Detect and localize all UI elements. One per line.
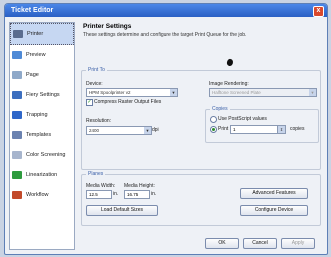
title-bar: Ticket Editor x — [5, 4, 327, 17]
linearization-icon — [12, 171, 22, 179]
ok-button[interactable]: OK — [205, 238, 239, 249]
resolution-select[interactable]: 2400 ▼ — [86, 126, 152, 135]
close-button[interactable]: x — [313, 6, 324, 17]
sidebar-item-label: Fiery Settings — [26, 92, 60, 98]
device-label: Device: — [86, 81, 103, 87]
trapping-icon — [12, 111, 22, 119]
copies-input[interactable]: 1 — [230, 125, 278, 134]
sidebar-item-templates[interactable]: Templates — [10, 125, 74, 145]
device-select[interactable]: HPM Spoolprinter v2 ▼ — [86, 88, 178, 97]
copies-stepper[interactable]: ⇕ — [278, 125, 286, 134]
print-to-group-label: Print To — [86, 67, 107, 73]
sidebar-item-label: Trapping — [26, 112, 48, 118]
compress-checkbox[interactable]: ✓ — [86, 99, 93, 106]
planes-group: Planes Media Width: 12.5 in. Media Heigh… — [81, 171, 321, 226]
sidebar-item-linearization[interactable]: Linearization — [10, 165, 74, 185]
preview-icon — [12, 51, 22, 59]
image-rendering-select[interactable]: Halftone Screened Plate ▼ — [209, 88, 317, 97]
media-height-label: Media Height: — [124, 183, 155, 189]
fiery-settings-icon — [12, 91, 22, 99]
workflow-icon — [12, 191, 22, 199]
media-height-input[interactable]: 16.75 — [124, 190, 150, 199]
sidebar-item-trapping[interactable]: Trapping — [10, 105, 74, 125]
planes-group-label: Planes — [86, 171, 106, 177]
media-width-input[interactable]: 12.5 — [86, 190, 112, 199]
stepper-icon: ⇕ — [278, 126, 285, 133]
copies-value: 1 — [233, 127, 236, 132]
media-height-value: 16.75 — [127, 192, 139, 197]
media-width-value: 12.5 — [89, 192, 98, 197]
window-title: Ticket Editor — [11, 7, 54, 14]
close-icon: x — [316, 7, 321, 14]
page-icon — [12, 71, 22, 79]
resolution-value: 2400 — [89, 128, 100, 133]
templates-icon — [12, 131, 22, 139]
sidebar-item-label: Linearization — [26, 172, 58, 178]
sidebar-item-fiery-settings[interactable]: Fiery Settings — [10, 85, 74, 105]
sidebar-item-workflow[interactable]: Workflow — [10, 185, 74, 205]
sidebar-item-label: Preview — [26, 52, 46, 58]
sidebar-item-label: Templates — [26, 132, 52, 138]
print-copies-label: Print — [218, 126, 229, 132]
cursor-mark — [225, 58, 235, 67]
chevron-down-icon: ▼ — [144, 127, 151, 134]
resolution-unit: dpi — [152, 127, 159, 133]
cancel-button[interactable]: Cancel — [243, 238, 277, 249]
sidebar-item-label: Color Screening — [26, 152, 66, 158]
apply-button[interactable]: Apply — [281, 238, 315, 249]
color-screening-icon — [12, 151, 22, 159]
page-description: These settings determine and configure t… — [83, 32, 247, 38]
load-default-sizes-button[interactable]: Load Default Sizes — [86, 205, 158, 216]
sidebar-item-preview[interactable]: Preview — [10, 45, 74, 65]
copies-group: Copies Use PostScript values Print 1 ⇕ c… — [205, 106, 319, 143]
image-rendering-value: Halftone Screened Plate — [212, 90, 261, 95]
printer-icon — [13, 30, 23, 38]
sidebar-item-page[interactable]: Page — [10, 65, 74, 85]
copies-group-label: Copies — [210, 106, 230, 112]
media-height-unit: in. — [151, 191, 157, 197]
printer-settings-panel: Printer Settings These settings determin… — [77, 22, 323, 249]
ticket-editor-window: Ticket Editor x Printer Preview Page Fiery … — [4, 3, 328, 255]
sidebar-item-label: Printer — [27, 31, 44, 37]
compress-label: Compress Raster Output Files — [94, 99, 162, 105]
print-to-group: Print To Device: HPM Spoolprinter v2 ▼ ✓… — [81, 67, 321, 170]
device-value: HPM Spoolprinter v2 — [89, 90, 131, 95]
media-width-label: Media Width: — [86, 183, 116, 189]
copies-unit: copies — [290, 126, 305, 132]
sidebar-item-printer[interactable]: Printer — [10, 23, 74, 45]
sidebar: Printer Preview Page Fiery Settings Trapping… — [9, 22, 75, 250]
chevron-down-icon: ▼ — [309, 89, 316, 96]
media-width-unit: in. — [113, 191, 119, 197]
advanced-features-button[interactable]: Advanced Features — [240, 188, 308, 199]
page-title: Printer Settings — [83, 23, 132, 30]
configure-device-button[interactable]: Configure Device — [240, 205, 308, 216]
sidebar-item-label: Page — [26, 72, 39, 78]
sidebar-item-color-screening[interactable]: Color Screening — [10, 145, 74, 165]
sidebar-item-label: Workflow — [26, 192, 49, 198]
resolution-label: Resolution: — [86, 118, 112, 124]
chevron-down-icon: ▼ — [170, 89, 177, 96]
image-rendering-label: Image Rendering: — [209, 81, 249, 87]
print-copies-radio[interactable] — [210, 126, 217, 133]
use-postscript-label: Use PostScript values — [218, 116, 267, 122]
use-postscript-radio[interactable] — [210, 116, 217, 123]
